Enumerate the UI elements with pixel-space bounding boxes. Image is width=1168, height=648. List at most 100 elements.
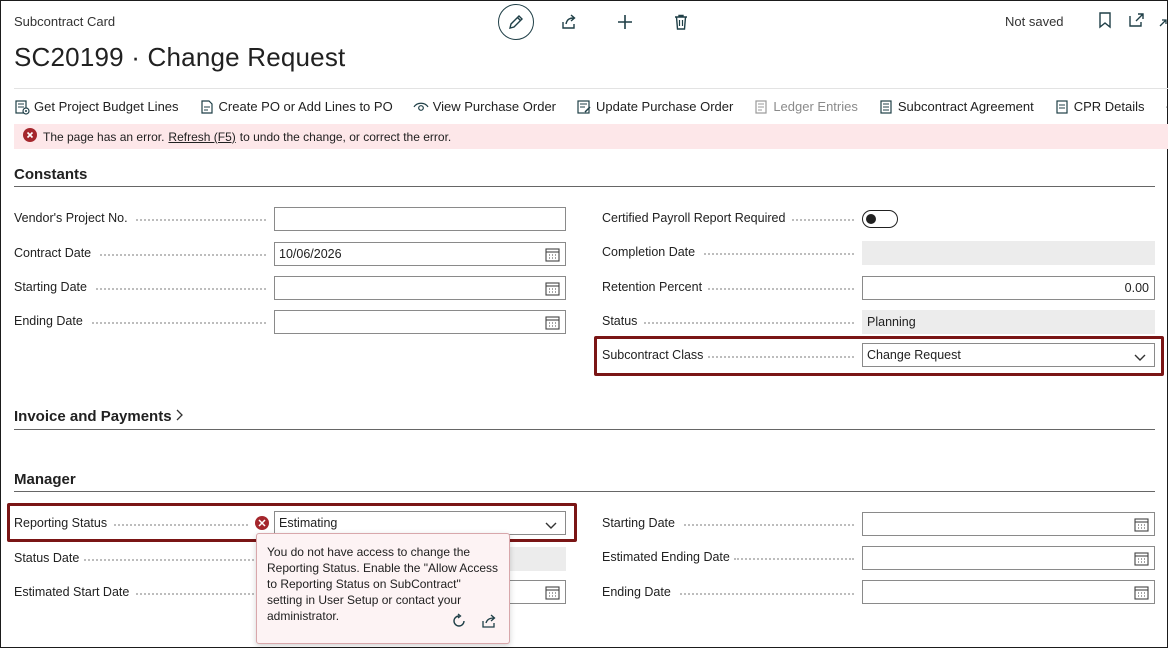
ending-date-label: Ending Date (14, 314, 83, 328)
chevron-down-icon (1134, 351, 1146, 365)
estimated-ending-date-input[interactable] (862, 546, 1155, 570)
card-type-label: Subcontract Card (14, 14, 116, 29)
calendar-icon[interactable] (545, 281, 560, 299)
certified-payroll-toggle[interactable] (862, 210, 898, 228)
create-po-button[interactable]: Create PO or Add Lines to PO (199, 99, 393, 115)
more-actions-button[interactable]: … (1165, 95, 1168, 113)
refresh-link[interactable]: Refresh (F5) (168, 130, 235, 144)
error-message-suffix: to undo the change, or correct the error… (239, 129, 452, 144)
view-purchase-order-label: View Purchase Order (432, 99, 557, 114)
cpr-details-icon (1056, 99, 1068, 114)
cpr-details-label: CPR Details (1073, 99, 1145, 114)
status-date-label: Status Date (14, 551, 80, 565)
calendar-icon[interactable] (1134, 517, 1149, 535)
field-leader-dots (92, 322, 266, 324)
contract-date-label: Contract Date (14, 246, 92, 260)
error-icon (23, 128, 37, 145)
subcontract-agreement-button[interactable]: Subcontract Agreement (878, 99, 1034, 115)
field-leader-dots (96, 288, 266, 290)
error-message-text: The page has an error. (43, 129, 165, 144)
update-document-icon (577, 99, 591, 114)
page-title: SC20199 · Change Request (14, 42, 346, 72)
vendor-project-no-label: Vendor's Project No. (14, 211, 128, 225)
toggle-knob (866, 214, 876, 224)
field-leader-dots (792, 219, 854, 221)
starting-date-input[interactable] (274, 276, 566, 300)
status-label: Status (602, 314, 638, 328)
retention-percent-input[interactable]: 0.00 (862, 276, 1155, 300)
section-title-constants: Constants (14, 166, 88, 183)
field-leader-dots (84, 559, 254, 561)
subcontract-class-label: Subcontract Class (602, 348, 704, 362)
get-project-budget-lines-button[interactable]: Get Project Budget Lines (14, 99, 179, 115)
status-field: Planning (862, 310, 1155, 334)
reporting-status-select[interactable]: Estimating (274, 511, 566, 535)
field-leader-dots (704, 253, 854, 255)
calendar-icon[interactable] (1134, 585, 1149, 603)
field-leader-dots (708, 288, 854, 290)
completion-date-label: Completion Date (602, 245, 696, 259)
share-icon[interactable] (557, 10, 581, 34)
ledger-entries-label: Ledger Entries (773, 99, 858, 114)
field-leader-dots (680, 593, 854, 595)
refresh-icon[interactable] (451, 613, 467, 633)
field-error-icon[interactable] (255, 516, 269, 530)
calendar-icon[interactable] (545, 315, 560, 333)
add-icon[interactable] (613, 10, 637, 34)
bookmark-icon[interactable] (1097, 11, 1113, 34)
collapse-icon[interactable] (1158, 14, 1168, 33)
reporting-status-value: Estimating (279, 516, 338, 530)
header-actions (498, 4, 693, 40)
chevron-right-icon (176, 408, 184, 425)
contract-date-input[interactable]: 10/06/2026 (274, 242, 566, 266)
subcontract-class-select[interactable]: Change Request (862, 343, 1155, 367)
action-toolbar: Get Project Budget Lines Create PO or Ad… (14, 88, 1168, 124)
update-purchase-order-button[interactable]: Update Purchase Order (576, 99, 733, 115)
view-purchase-order-button[interactable]: View Purchase Order (413, 99, 556, 115)
manager-starting-date-input[interactable] (862, 512, 1155, 536)
share-icon[interactable] (481, 613, 497, 633)
calendar-icon[interactable] (545, 585, 560, 603)
budget-lines-icon (15, 99, 30, 115)
field-leader-dots (136, 593, 254, 595)
reporting-status-label: Reporting Status (14, 516, 108, 530)
open-new-window-icon[interactable] (1128, 11, 1146, 34)
error-tooltip-message: You do not have access to change the Rep… (267, 545, 499, 623)
field-leader-dots (100, 254, 266, 256)
starting-date-label: Starting Date (14, 280, 87, 294)
view-eye-icon (413, 102, 429, 111)
ledger-entries-button[interactable]: Ledger Entries (753, 99, 858, 115)
vendor-project-no-input[interactable] (274, 207, 566, 231)
certified-payroll-label: Certified Payroll Report Required (602, 211, 786, 225)
manager-ending-date-input[interactable] (862, 580, 1155, 604)
manager-ending-date-label: Ending Date (602, 585, 671, 599)
delete-icon[interactable] (669, 10, 693, 34)
cpr-details-button[interactable]: CPR Details (1054, 99, 1145, 115)
estimated-ending-date-label: Estimated Ending Date (602, 550, 730, 564)
field-leader-dots (734, 558, 854, 560)
field-leader-dots (708, 356, 854, 358)
get-project-budget-lines-label: Get Project Budget Lines (34, 99, 179, 114)
create-po-label: Create PO or Add Lines to PO (218, 99, 393, 114)
tooltip-actions (451, 613, 497, 633)
edit-icon[interactable] (498, 4, 534, 40)
field-leader-dots (136, 219, 266, 221)
field-leader-dots (114, 524, 248, 526)
chevron-down-icon (545, 519, 557, 533)
create-document-icon (200, 99, 213, 114)
retention-percent-label: Retention Percent (602, 280, 703, 294)
section-divider (14, 429, 1155, 430)
section-divider (14, 491, 1155, 492)
completion-date-field (862, 241, 1155, 265)
contract-date-value: 10/06/2026 (279, 247, 342, 261)
subcontract-agreement-label: Subcontract Agreement (897, 99, 1034, 114)
section-title-manager: Manager (14, 471, 76, 488)
manager-starting-date-label: Starting Date (602, 516, 675, 530)
error-notification-bar: The page has an error. Refresh (F5) to u… (14, 124, 1168, 149)
section-title-invoice-payments[interactable]: Invoice and Payments (14, 408, 184, 425)
calendar-icon[interactable] (545, 247, 560, 265)
ending-date-input[interactable] (274, 310, 566, 334)
save-state-label: Not saved (1005, 14, 1064, 29)
subcontract-class-value: Change Request (867, 348, 961, 362)
calendar-icon[interactable] (1134, 551, 1149, 569)
